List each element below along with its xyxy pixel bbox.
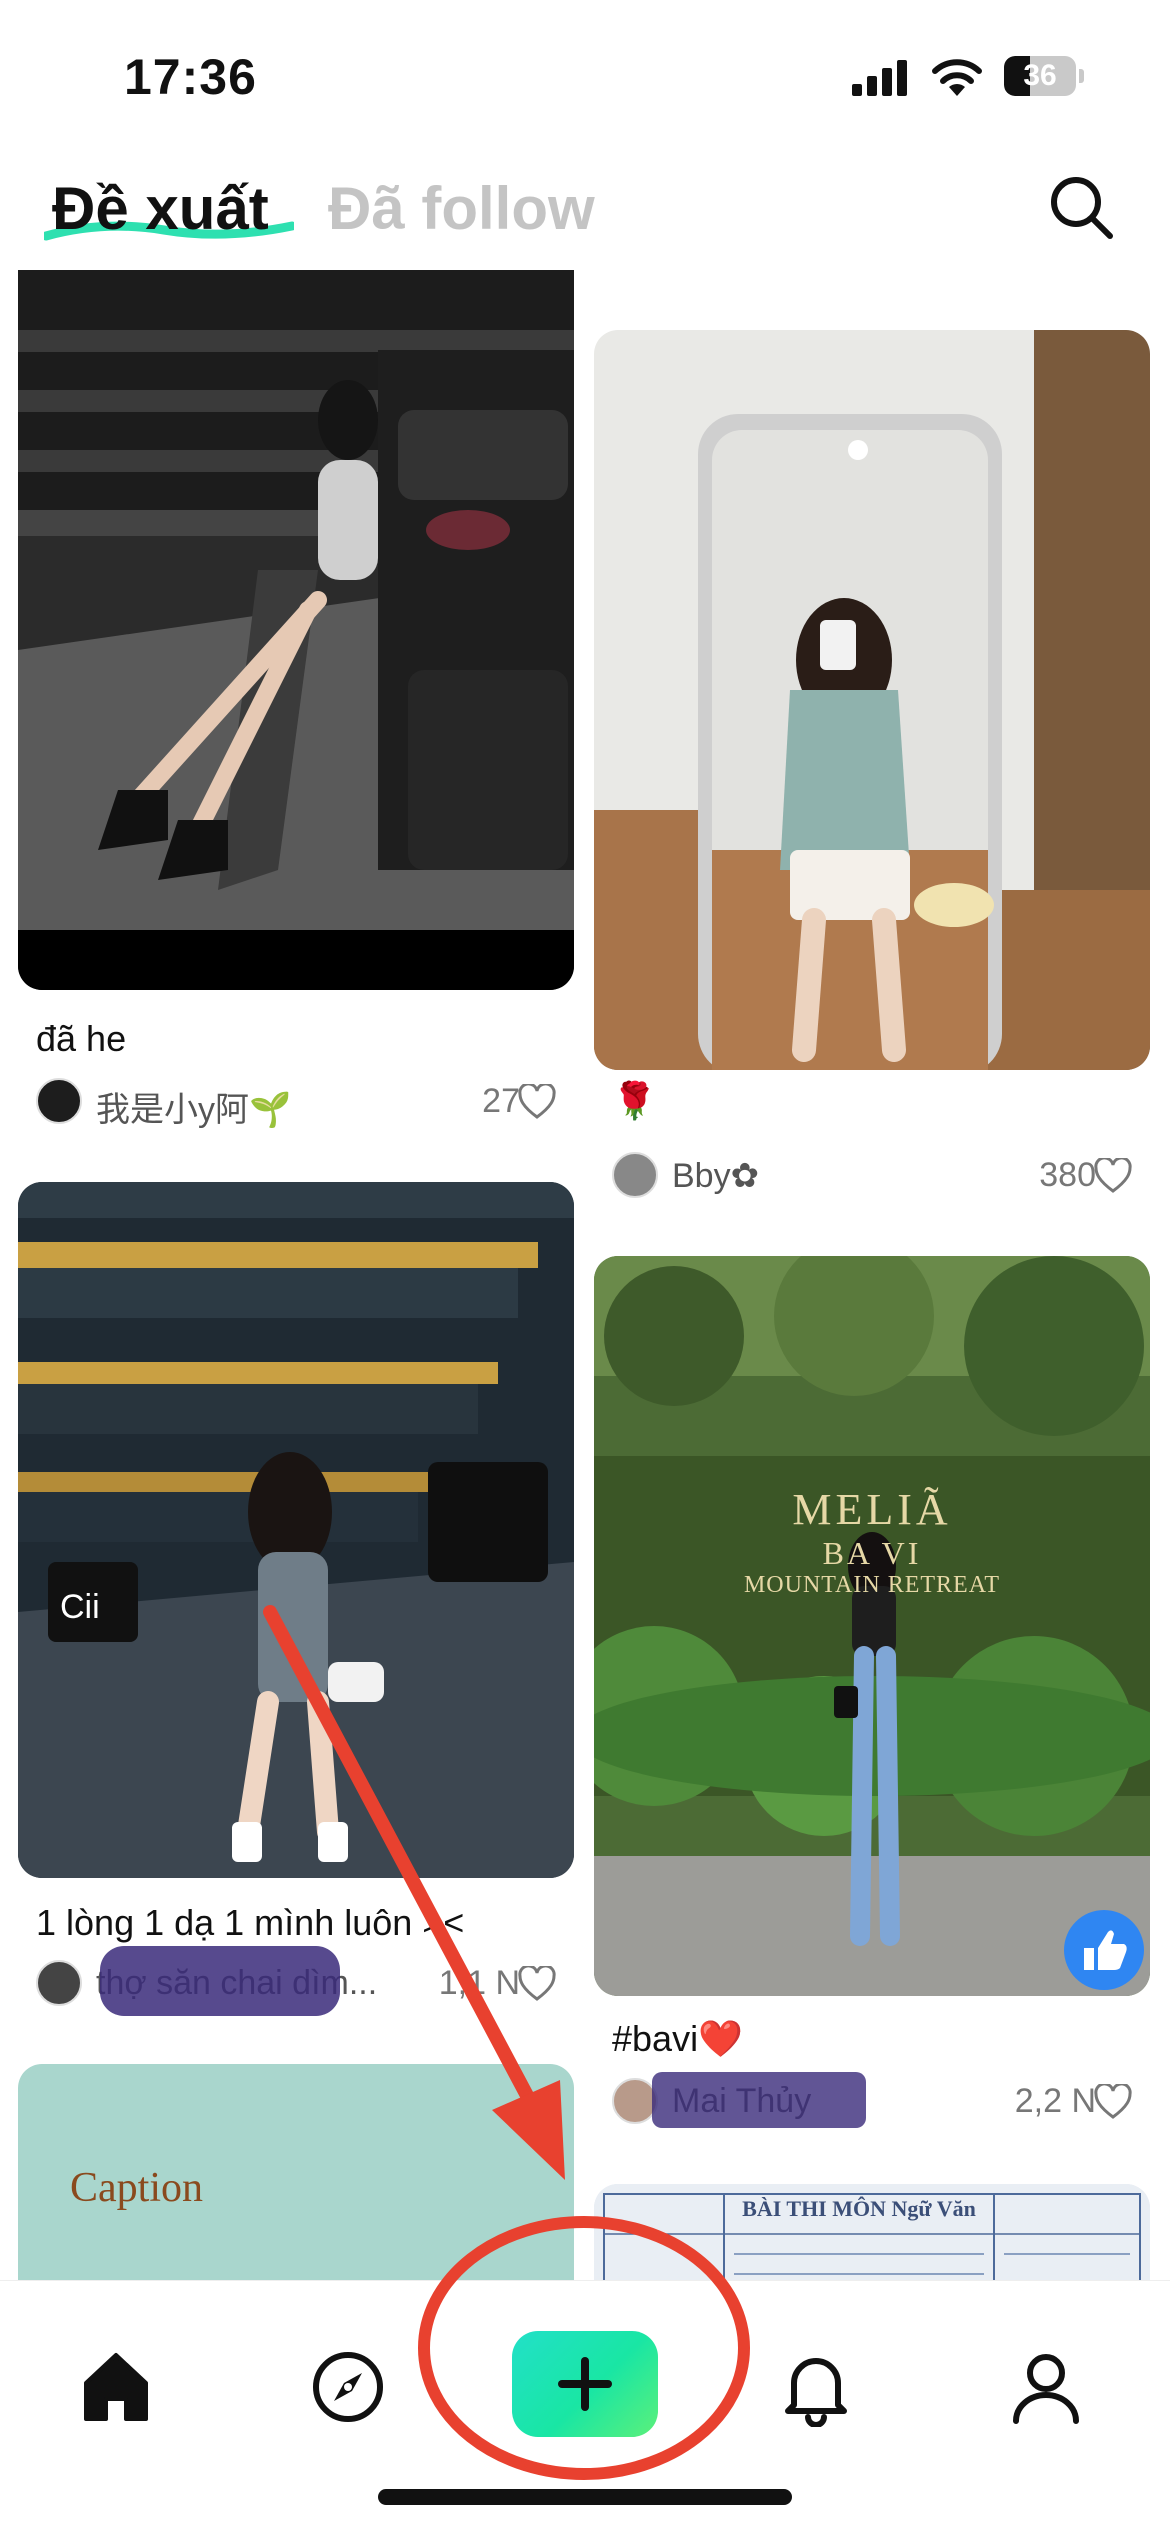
post-image[interactable]: Caption bbox=[18, 2064, 574, 2280]
post-image[interactable]: Cii bbox=[18, 1182, 574, 1878]
post-likes: 380 bbox=[1039, 1156, 1096, 1194]
battery-level: 36 bbox=[1023, 59, 1057, 92]
sign-text: MELIÃ BA VI MOUNTAIN RETREAT bbox=[594, 1484, 1150, 1599]
signal-icon bbox=[852, 60, 907, 96]
post-card[interactable]: 🌹 Bby✿ 380 bbox=[594, 330, 1150, 1290]
thumbs-up-icon bbox=[1084, 1930, 1127, 1970]
post-username[interactable]: 我是小y阿🌱 bbox=[96, 1082, 416, 1131]
search-icon[interactable] bbox=[1046, 172, 1116, 242]
like-bubble[interactable] bbox=[1064, 1910, 1144, 1990]
plus-icon bbox=[558, 2357, 612, 2411]
tab-following[interactable]: Đã follow bbox=[328, 174, 595, 243]
home-icon[interactable] bbox=[76, 2347, 156, 2427]
profile-icon[interactable] bbox=[1006, 2347, 1086, 2427]
battery-icon: 36 bbox=[1004, 56, 1084, 96]
post-card[interactable]: MELIÃ BA VI MOUNTAIN RETREAT #bavi❤️ Mai… bbox=[594, 1256, 1150, 2136]
sign-line-3: MOUNTAIN RETREAT bbox=[743, 1572, 1001, 1598]
exam-title-text: BÀI THI MÔN Ngữ Văn bbox=[742, 2196, 976, 2221]
heart-icon[interactable] bbox=[518, 1966, 556, 2002]
post-card[interactable]: đã he 我是小y阿🌱 27 bbox=[18, 270, 574, 1129]
status-time: 17:36 bbox=[124, 49, 257, 105]
svg-text:Cii: Cii bbox=[60, 1588, 100, 1626]
create-button[interactable] bbox=[512, 2331, 658, 2437]
status-bar: 17:36 36 bbox=[0, 0, 1170, 150]
post-title: #bavi❤️ bbox=[612, 2018, 743, 2059]
bottom-nav bbox=[0, 2280, 1170, 2532]
avatar[interactable] bbox=[36, 1078, 82, 1124]
post-title: 1 lòng 1 dạ 1 mình luôn >< bbox=[36, 1902, 465, 1943]
sign-line-2: BA VI bbox=[822, 1535, 922, 1571]
tab-recommended[interactable]: Đề xuất bbox=[52, 174, 269, 243]
post-title: đã he bbox=[36, 1018, 127, 1059]
post-card[interactable]: Cii 1 lòng 1 dạ 1 mình luôn >< thợ săn c… bbox=[18, 1182, 574, 2052]
avatar[interactable] bbox=[612, 1152, 658, 1198]
post-likes: 2,2 N bbox=[1014, 2082, 1096, 2120]
redaction-mark bbox=[100, 1946, 340, 2016]
post-image[interactable] bbox=[18, 270, 574, 990]
post-image[interactable]: MELIÃ BA VI MOUNTAIN RETREAT bbox=[594, 1256, 1150, 1996]
post-card[interactable]: BÀI THI MÔN Ngữ Văn bbox=[594, 2184, 1150, 2280]
redaction-mark bbox=[652, 2072, 866, 2128]
heart-icon[interactable] bbox=[1094, 2084, 1132, 2120]
post-username[interactable]: Bby✿ bbox=[672, 1156, 992, 1196]
heart-icon[interactable] bbox=[518, 1084, 556, 1120]
notifications-icon[interactable] bbox=[776, 2347, 856, 2427]
avatar[interactable] bbox=[36, 1960, 82, 2006]
explore-icon[interactable] bbox=[308, 2347, 388, 2427]
post-image[interactable]: BÀI THI MÔN Ngữ Văn bbox=[594, 2184, 1150, 2280]
post-card[interactable]: Caption bbox=[18, 2064, 574, 2280]
caption-image-text: Caption bbox=[70, 2165, 203, 2211]
feed-header: Đề xuất Đã follow bbox=[0, 150, 1170, 270]
post-likes: 27 bbox=[482, 1082, 520, 1120]
feed-grid[interactable]: đã he 我是小y阿🌱 27 🌹 Bby✿ 380 Cii 1 lòng 1 … bbox=[0, 270, 1170, 2280]
heart-icon[interactable] bbox=[1094, 1158, 1132, 1194]
sign-line-1: MELIÃ bbox=[792, 1485, 952, 1534]
post-image[interactable] bbox=[594, 330, 1150, 1070]
post-likes: 1,1 N bbox=[438, 1964, 520, 2002]
post-title: 🌹 bbox=[612, 1080, 657, 1121]
wifi-icon bbox=[932, 59, 982, 96]
home-indicator bbox=[378, 2489, 792, 2505]
